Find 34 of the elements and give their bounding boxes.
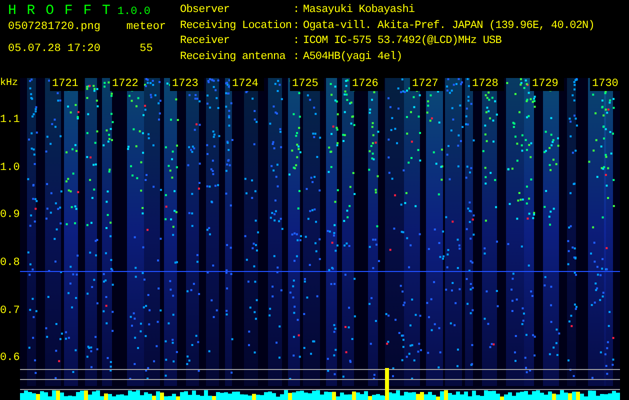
file-name: 0507281720.png	[8, 20, 100, 35]
y-tick-label: 0.9	[0, 209, 20, 224]
info-separator: :	[293, 50, 300, 64]
info-label: Observer	[180, 3, 231, 18]
app-version: 1.0.0	[117, 6, 150, 18]
info-separator: :	[293, 3, 300, 18]
axis-unit: kHz	[0, 78, 20, 91]
time-label: 1722	[110, 78, 144, 91]
time-label: 1727	[410, 78, 444, 91]
time-label: 1723	[170, 78, 204, 91]
meteor-label: meteor	[126, 20, 166, 35]
time-label: 1724	[230, 78, 264, 91]
y-tick-label: 1.0	[0, 162, 20, 176]
date-time: 05.07.28 17:20	[8, 42, 100, 56]
meteor-count: 55	[140, 42, 153, 56]
y-tick-label: 0.6	[0, 352, 20, 366]
y-tick-label: 1.1	[0, 114, 20, 128]
info-value: ICOM IC-575 53.7492(@LCD)MHz USB	[303, 34, 502, 49]
info-label: Receiving Location	[180, 18, 293, 34]
time-label: 1726	[350, 78, 384, 91]
app-title: H R O F F T	[8, 3, 112, 19]
time-label: 1728	[470, 78, 504, 91]
info-label: Receiving antenna	[180, 50, 286, 64]
info-label: Receiver	[180, 34, 231, 49]
y-tick-label: 0.8	[0, 257, 20, 272]
time-label: 1729	[530, 78, 564, 91]
info-value: Ogata-vill. Akita-Pref. JAPAN (139.96E, 40.02N)	[303, 18, 594, 34]
y-tick-label: 0.7	[0, 304, 20, 319]
time-label: 1721	[50, 78, 84, 91]
info-value: Masayuki Kobayashi	[303, 3, 415, 18]
info-separator: :	[293, 18, 300, 34]
info-value: A504HB(yagi 4el)	[303, 50, 402, 64]
time-label: 1725	[290, 78, 324, 91]
info-separator: :	[293, 34, 300, 49]
